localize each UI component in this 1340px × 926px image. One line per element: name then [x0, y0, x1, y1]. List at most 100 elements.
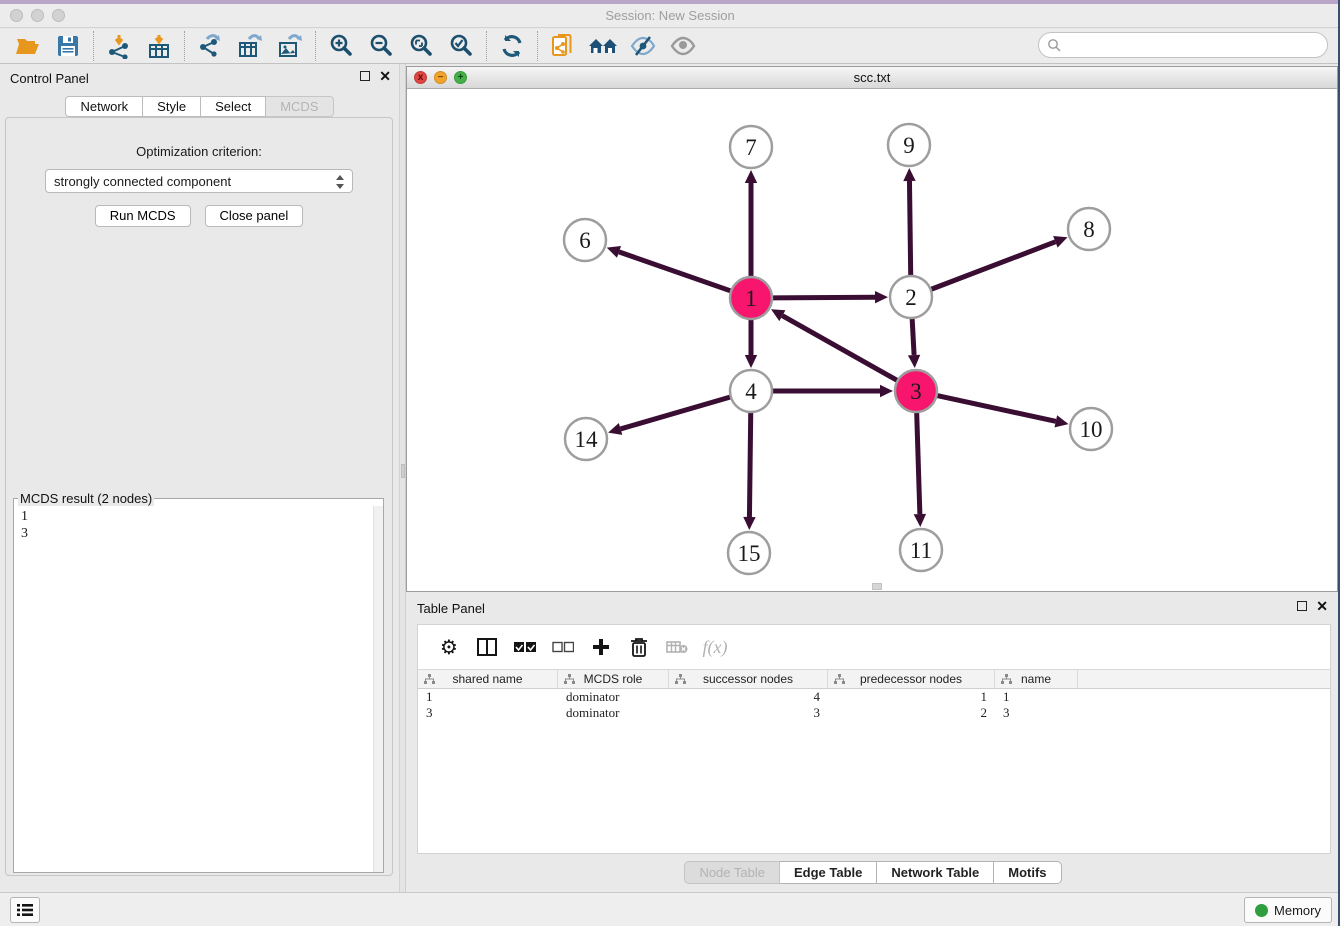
export-table-button[interactable]	[230, 30, 270, 62]
deselect-all-columns-button[interactable]	[544, 631, 582, 663]
refresh-button[interactable]	[492, 30, 532, 62]
graph-node-label: 15	[738, 541, 761, 566]
open-session-button[interactable]	[8, 30, 48, 62]
column-header-shared-name[interactable]: shared name	[418, 670, 558, 688]
table-cell[interactable]: dominator	[558, 689, 669, 705]
table-row[interactable]: 3dominator323	[418, 705, 1330, 721]
add-row-button[interactable]	[582, 631, 620, 663]
edge-2-3[interactable]	[912, 318, 914, 355]
export-image-button[interactable]	[270, 30, 310, 62]
column-header-successor-nodes[interactable]: successor nodes	[669, 670, 828, 688]
tab-style[interactable]: Style	[143, 96, 201, 117]
arrowhead-icon	[743, 517, 755, 530]
table-cell[interactable]: dominator	[558, 705, 669, 721]
minimize-window-icon[interactable]	[31, 9, 44, 22]
graph-node-label: 4	[745, 379, 757, 404]
delete-row-button[interactable]	[620, 631, 658, 663]
task-history-button[interactable]	[10, 897, 40, 923]
table-cell[interactable]: 3	[995, 705, 1078, 721]
edge-2-9[interactable]	[909, 181, 910, 276]
edge-1-6[interactable]	[619, 252, 731, 291]
network-window-titlebar[interactable]: x − + scc.txt	[407, 67, 1337, 89]
graph-node-label: 9	[903, 133, 915, 158]
criterion-select[interactable]: strongly connected component	[45, 169, 353, 193]
network-minimize-icon[interactable]: −	[434, 71, 447, 84]
traffic-lights	[10, 9, 65, 22]
canvas-resize-handle[interactable]	[872, 583, 882, 590]
zoom-window-icon[interactable]	[52, 9, 65, 22]
import-network-button[interactable]	[99, 30, 139, 62]
search-input[interactable]	[1065, 35, 1327, 55]
table-cell[interactable]: 2	[828, 705, 995, 721]
tab-motifs[interactable]: Motifs	[994, 861, 1061, 884]
search-box[interactable]	[1038, 32, 1328, 58]
edge-4-15[interactable]	[749, 412, 750, 517]
tab-network-table[interactable]: Network Table	[877, 861, 994, 884]
status-bar: Memory	[0, 892, 1340, 926]
float-panel-icon[interactable]	[360, 71, 370, 81]
table-cell[interactable]: 4	[669, 689, 828, 705]
export-network-button[interactable]	[190, 30, 230, 62]
vertical-splitter[interactable]	[399, 64, 406, 892]
node-table-container: ⚙	[417, 624, 1331, 854]
edge-4-14[interactable]	[621, 397, 731, 429]
control-panel-tabs: NetworkStyleSelectMCDS	[0, 96, 399, 117]
table-cell[interactable]: 1	[418, 689, 558, 705]
tab-edge-table[interactable]: Edge Table	[780, 861, 877, 884]
mcds-result-textarea[interactable]: 1 3	[14, 506, 383, 872]
memory-button[interactable]: Memory	[1244, 897, 1332, 923]
table-cell[interactable]: 3	[418, 705, 558, 721]
network-canvas[interactable]: 1234678910111415	[407, 89, 1337, 591]
edge-1-2[interactable]	[772, 297, 875, 298]
run-mcds-button[interactable]: Run MCDS	[95, 205, 191, 227]
hierarchy-icon	[424, 674, 435, 685]
export-table-icon	[237, 33, 263, 59]
table-settings-button[interactable]: ⚙	[430, 631, 468, 663]
select-all-columns-button[interactable]	[506, 631, 544, 663]
toolbar-separator	[184, 31, 185, 61]
tab-network[interactable]: Network	[65, 96, 143, 117]
zoom-out-button[interactable]	[361, 30, 401, 62]
splitter-handle[interactable]	[401, 464, 405, 478]
column-header-name[interactable]: name	[995, 670, 1078, 688]
home-button[interactable]	[583, 30, 623, 62]
graph-node-label: 7	[745, 135, 757, 160]
hide-panels-button[interactable]	[623, 30, 663, 62]
edge-3-1[interactable]	[782, 316, 897, 381]
close-window-icon[interactable]	[10, 9, 23, 22]
zoom-selected-button[interactable]	[441, 30, 481, 62]
network-maximize-icon[interactable]: +	[454, 71, 467, 84]
arrowhead-icon	[745, 355, 757, 368]
show-panels-button[interactable]	[663, 30, 703, 62]
float-table-panel-icon[interactable]	[1297, 601, 1307, 611]
column-header-mcds-role[interactable]: MCDS role	[558, 670, 669, 688]
function-builder-button[interactable]: f(x)	[696, 631, 734, 663]
duplicate-network-button[interactable]	[543, 30, 583, 62]
table-cell[interactable]: 1	[995, 689, 1078, 705]
edge-2-8[interactable]	[931, 242, 1056, 290]
close-panel-button[interactable]: Close panel	[205, 205, 304, 227]
zoom-fit-button[interactable]	[401, 30, 441, 62]
edge-3-11[interactable]	[917, 412, 920, 514]
table-cell[interactable]: 3	[669, 705, 828, 721]
table-cell[interactable]: 1	[828, 689, 995, 705]
table-row[interactable]: 1dominator411	[418, 689, 1330, 705]
application-window: Session: New Session	[0, 0, 1340, 926]
column-header-predecessor-nodes[interactable]: predecessor nodes	[828, 670, 995, 688]
tab-node-table[interactable]: Node Table	[684, 861, 780, 884]
split-view-button[interactable]	[468, 631, 506, 663]
zoom-out-icon	[368, 33, 394, 59]
close-table-panel-icon[interactable]: ✕	[1316, 600, 1328, 612]
save-session-button[interactable]	[48, 30, 88, 62]
tab-select[interactable]: Select	[201, 96, 266, 117]
graph-node-label: 6	[579, 228, 591, 253]
close-panel-icon[interactable]: ✕	[379, 70, 391, 82]
tab-mcds[interactable]: MCDS	[266, 96, 333, 117]
import-table-button[interactable]	[139, 30, 179, 62]
clear-table-button[interactable]	[658, 631, 696, 663]
network-close-icon[interactable]: x	[414, 71, 427, 84]
hierarchy-icon	[675, 674, 686, 685]
zoom-in-button[interactable]	[321, 30, 361, 62]
result-scrollbar[interactable]	[373, 506, 383, 872]
edge-3-10[interactable]	[937, 395, 1056, 421]
